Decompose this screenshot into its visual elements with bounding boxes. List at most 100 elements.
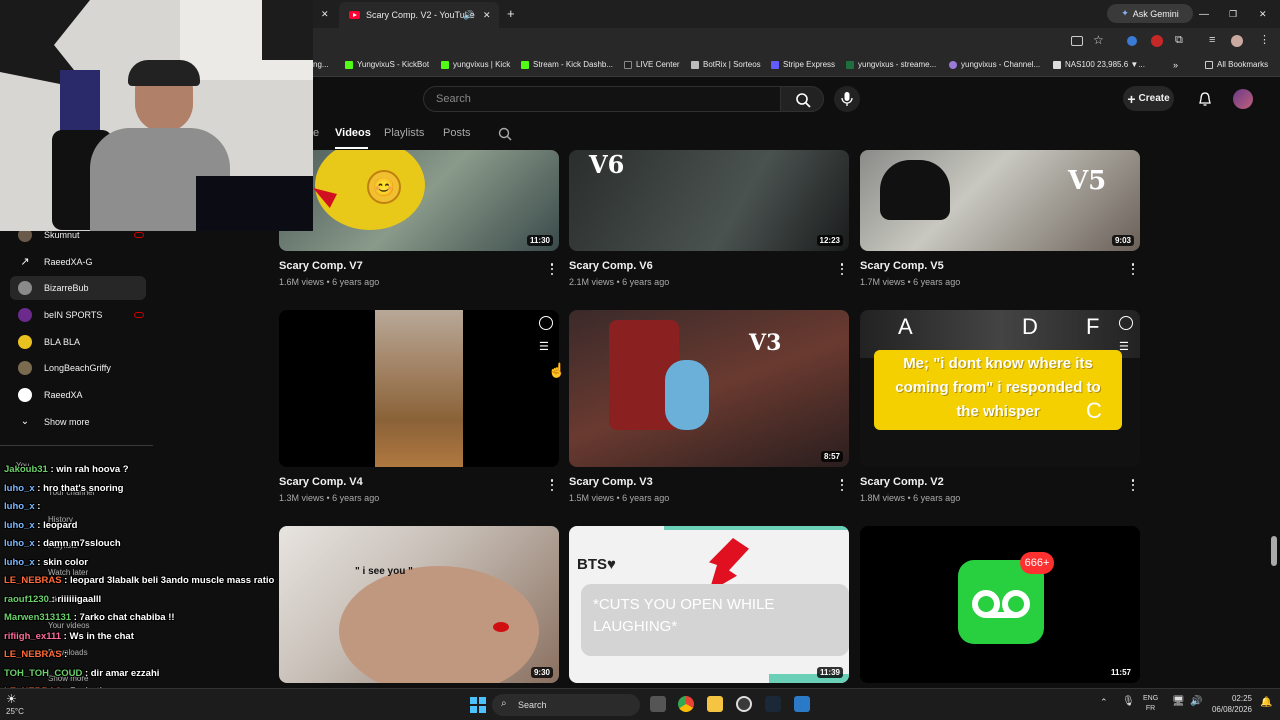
- restore-icon[interactable]: ❐: [1229, 4, 1237, 24]
- tab-playlists[interactable]: Playlists: [384, 127, 424, 139]
- page-scrollbar-thumb[interactable]: [1271, 536, 1277, 566]
- chat-username[interactable]: TOH_TOH_COUD: [4, 668, 82, 679]
- chat-username[interactable]: raouf1230: [4, 594, 49, 605]
- new-tab-button[interactable]: +: [507, 3, 515, 23]
- minimize-icon[interactable]: —: [1199, 4, 1209, 24]
- bookmark-item[interactable]: yungvixus - Channel...: [949, 60, 1040, 69]
- bookmark-item[interactable]: LIVE Center: [624, 60, 680, 69]
- task-view-icon[interactable]: [650, 696, 666, 712]
- bookmark-item[interactable]: ng...: [313, 60, 329, 69]
- chat-username[interactable]: luho_x: [4, 538, 35, 549]
- add-to-queue-icon[interactable]: ☰: [1119, 340, 1129, 353]
- bookmark-item[interactable]: NAS100 23,985.6 ▼...: [1053, 60, 1145, 69]
- video-thumbnail[interactable]: 😊 11:30: [279, 150, 559, 251]
- bookmarks-overflow-icon[interactable]: »: [1173, 60, 1178, 70]
- file-explorer-icon[interactable]: [707, 696, 723, 712]
- bookmark-item[interactable]: yungvixus | Kick: [441, 60, 510, 69]
- channel-search-button[interactable]: [498, 127, 512, 146]
- video-thumbnail[interactable]: A D F Me; "i dont know where its coming …: [860, 310, 1140, 467]
- chat-username[interactable]: luho_x: [4, 501, 35, 512]
- more-actions-icon[interactable]: [1131, 263, 1135, 275]
- video-thumbnail[interactable]: V6 12:23: [569, 150, 849, 251]
- chat-username[interactable]: LE_NEBRAS: [4, 649, 62, 660]
- add-to-queue-icon[interactable]: ☰: [539, 340, 549, 353]
- video-thumbnail[interactable]: BTS♥ *CUTS YOU OPEN WHILE LAUGHING* 11:3…: [569, 526, 849, 683]
- tab-home[interactable]: e: [313, 127, 319, 139]
- video-title[interactable]: Scary Comp. V6: [569, 260, 653, 272]
- voice-search-button[interactable]: [834, 86, 860, 112]
- more-actions-icon[interactable]: [550, 479, 554, 491]
- bookmark-item[interactable]: YungvixuS - KickBot: [345, 60, 429, 69]
- app-icon[interactable]: [794, 696, 810, 712]
- obs-icon[interactable]: [736, 696, 752, 712]
- notifications-button[interactable]: [1198, 91, 1212, 112]
- video-thumbnail[interactable]: V5 9:03: [860, 150, 1140, 251]
- network-icon[interactable]: 🖥: [1172, 696, 1185, 707]
- tab-posts[interactable]: Posts: [443, 127, 471, 139]
- window-close-icon[interactable]: ✕: [1259, 4, 1267, 24]
- install-app-icon[interactable]: [1071, 36, 1083, 46]
- tab-close-icon[interactable]: ✕: [321, 4, 329, 24]
- show-more-button[interactable]: ⌄ Show more: [10, 410, 146, 434]
- more-actions-icon[interactable]: [550, 263, 554, 275]
- more-actions-icon[interactable]: [1131, 479, 1135, 491]
- more-actions-icon[interactable]: [840, 263, 844, 275]
- windows-start-icon[interactable]: [470, 697, 486, 713]
- chrome-icon[interactable]: [678, 696, 694, 712]
- video-title[interactable]: Scary Comp. V2: [860, 476, 944, 488]
- video-thumbnail[interactable]: " i see you " 9:30: [279, 526, 559, 683]
- taskbar-search-box[interactable]: ⌕ Search: [492, 694, 640, 716]
- clock[interactable]: 02:25 06/08/2026: [1204, 693, 1252, 715]
- bookmark-item[interactable]: Stream - Kick Dashb...: [521, 60, 613, 69]
- bookmark-item[interactable]: BotRix | Sorteos: [691, 60, 761, 69]
- microphone-icon[interactable]: 🎙: [1122, 696, 1135, 707]
- chat-username[interactable]: luho_x: [4, 557, 35, 568]
- sidebar-item-bein-sports[interactable]: beIN SPORTS: [10, 303, 146, 327]
- video-title[interactable]: Scary Comp. V4: [279, 476, 363, 488]
- sidebar-item-longbeachgriffy[interactable]: LongBeachGriffy: [10, 356, 146, 380]
- video-title[interactable]: Scary Comp. V3: [569, 476, 653, 488]
- chat-username[interactable]: luho_x: [4, 520, 35, 531]
- account-avatar[interactable]: [1233, 89, 1253, 109]
- video-thumbnail[interactable]: ☰: [279, 310, 559, 467]
- video-thumbnail[interactable]: V3 8:57: [569, 310, 849, 467]
- extension-icon[interactable]: [1127, 36, 1137, 46]
- speaker-icon[interactable]: 🔊: [463, 10, 474, 21]
- browser-tab-active[interactable]: Scary Comp. V2 - YouTube 🔊 ✕: [339, 2, 499, 28]
- sidebar-item-raeedxa-g[interactable]: ↗ RaeedXA-G: [10, 250, 146, 274]
- notification-bell-icon[interactable]: 🔔: [1260, 697, 1272, 708]
- volume-icon[interactable]: 🔊: [1190, 696, 1202, 707]
- tab-close-icon[interactable]: ✕: [483, 10, 491, 21]
- chat-username[interactable]: luho_x: [4, 483, 35, 494]
- bookmark-item[interactable]: Stripe Express: [771, 60, 835, 69]
- search-input[interactable]: Search: [423, 86, 781, 112]
- tab-videos[interactable]: Videos: [335, 127, 371, 139]
- video-title[interactable]: Scary Comp. V7: [279, 260, 363, 272]
- steam-icon[interactable]: [765, 696, 781, 712]
- search-button[interactable]: [780, 86, 824, 112]
- chevron-up-icon[interactable]: ⌃: [1100, 697, 1108, 708]
- all-bookmarks-item[interactable]: All Bookmarks: [1205, 60, 1268, 69]
- chat-username[interactable]: LE_NEBRAS: [4, 575, 62, 586]
- recording-extension-icon[interactable]: [1151, 35, 1163, 47]
- watch-later-clock-icon[interactable]: [1119, 316, 1133, 330]
- sidebar-item-raeedxa[interactable]: RaeedXA: [10, 383, 146, 407]
- more-actions-icon[interactable]: [840, 479, 844, 491]
- create-button[interactable]: + Create: [1123, 86, 1174, 111]
- browser-menu-icon[interactable]: ⋮: [1259, 33, 1270, 46]
- video-title[interactable]: Scary Comp. V5: [860, 260, 944, 272]
- chat-username[interactable]: Jakoub31: [4, 464, 48, 475]
- bookmark-star-icon[interactable]: ☆: [1093, 33, 1104, 47]
- sidebar-item-bla-bla[interactable]: BLA BLA: [10, 330, 146, 354]
- ask-gemini-button[interactable]: ✦ Ask Gemini: [1107, 4, 1193, 23]
- weather-icon[interactable]: ☀: [6, 692, 17, 706]
- video-thumbnail[interactable]: 666+ 11:57: [860, 526, 1140, 683]
- watch-later-clock-icon[interactable]: [539, 316, 553, 330]
- chat-username[interactable]: rifiigh_ex111: [4, 631, 61, 642]
- language-indicator[interactable]: ENG FR: [1143, 694, 1158, 714]
- sidebar-item-bizarrebub[interactable]: BizarreBub: [10, 276, 146, 300]
- profile-avatar-icon[interactable]: [1231, 35, 1243, 47]
- chat-username[interactable]: Marwen313131: [4, 612, 71, 623]
- bookmark-item[interactable]: yungvixus - streame...: [846, 60, 936, 69]
- puzzle-extensions-icon[interactable]: ⧉: [1175, 34, 1183, 47]
